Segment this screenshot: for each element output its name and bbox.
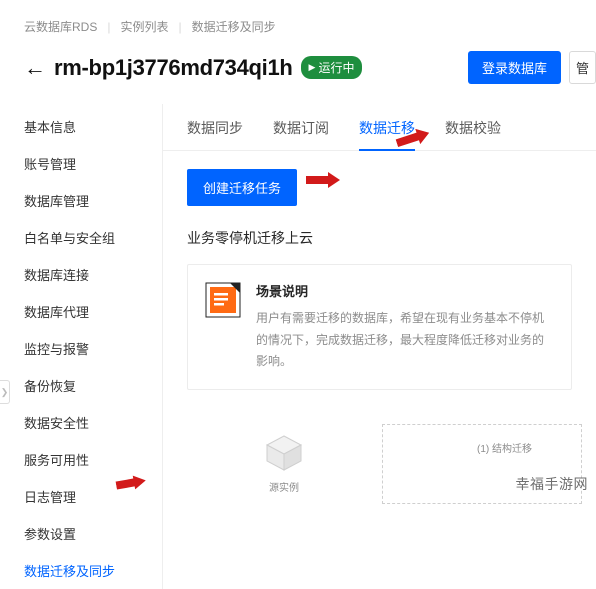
breadcrumb-sep: | bbox=[178, 20, 181, 34]
breadcrumb-root[interactable]: 云数据库RDS bbox=[24, 18, 97, 35]
sidebar-item[interactable]: 账号管理 bbox=[24, 145, 162, 182]
sidebar-item[interactable]: 数据库连接 bbox=[24, 256, 162, 293]
tab[interactable]: 数据校验 bbox=[445, 104, 501, 150]
sidebar-item[interactable]: 参数设置 bbox=[24, 515, 162, 552]
breadcrumb-mid[interactable]: 实例列表 bbox=[120, 18, 168, 35]
breadcrumb-current: 数据迁移及同步 bbox=[192, 18, 276, 35]
sidebar-item[interactable]: 监控与报警 bbox=[24, 330, 162, 367]
breadcrumb: 云数据库RDS | 实例列表 | 数据迁移及同步 bbox=[24, 18, 596, 35]
main-panel: 数据同步数据订阅数据迁移数据校验 创建迁移任务 业务零停机迁移上云 bbox=[162, 104, 596, 589]
play-icon: ▶ bbox=[309, 62, 316, 73]
login-database-button[interactable]: 登录数据库 bbox=[468, 51, 561, 84]
tab[interactable]: 数据迁移 bbox=[359, 104, 415, 150]
sidebar-item[interactable]: 备份恢复 bbox=[24, 367, 162, 404]
watermark: 幸福手游网 bbox=[516, 474, 589, 494]
sidebar-item[interactable]: 服务可用性 bbox=[24, 441, 162, 478]
instance-name: rm-bp1j3776md734qi1h bbox=[54, 55, 293, 81]
page-header: ← rm-bp1j3776md734qi1h ▶ 运行中 登录数据库 管 bbox=[24, 51, 596, 84]
sidebar-item[interactable]: 数据迁移及同步 bbox=[24, 552, 162, 589]
sidebar-item[interactable]: 数据库管理 bbox=[24, 182, 162, 219]
scene-desc: 用户有需要迁移的数据库，希望在现有业务基本不停机的情况下，完成数据迁移，最大程度… bbox=[256, 308, 555, 373]
breadcrumb-sep: | bbox=[107, 20, 110, 34]
more-button[interactable]: 管 bbox=[569, 51, 596, 84]
status-badge: ▶ 运行中 bbox=[301, 56, 363, 79]
tab[interactable]: 数据同步 bbox=[187, 104, 243, 150]
create-migration-task-button[interactable]: 创建迁移任务 bbox=[187, 169, 297, 206]
scene-card: 场景说明 用户有需要迁移的数据库，希望在现有业务基本不停机的情况下，完成数据迁移… bbox=[187, 264, 572, 390]
sidebar: 基本信息账号管理数据库管理白名单与安全组数据库连接数据库代理监控与报警备份恢复数… bbox=[24, 104, 162, 589]
database-icon bbox=[265, 434, 303, 472]
tab[interactable]: 数据订阅 bbox=[273, 104, 329, 150]
document-icon bbox=[204, 281, 242, 319]
section-title: 业务零停机迁移上云 bbox=[187, 228, 572, 248]
status-text: 运行中 bbox=[318, 59, 354, 76]
collapse-handle-icon[interactable]: ❯ bbox=[0, 380, 10, 404]
source-instance-label: 源实例 bbox=[257, 479, 311, 494]
step-1-label: (1) 结构迁移 bbox=[477, 440, 532, 455]
scene-title: 场景说明 bbox=[256, 281, 555, 300]
tabs: 数据同步数据订阅数据迁移数据校验 bbox=[163, 104, 596, 151]
sidebar-item[interactable]: 数据安全性 bbox=[24, 404, 162, 441]
source-instance-node: 源实例 bbox=[257, 434, 311, 494]
migration-diagram: 源实例 (1) 结构迁移 bbox=[187, 414, 572, 494]
sidebar-item[interactable]: 数据库代理 bbox=[24, 293, 162, 330]
sidebar-item[interactable]: 日志管理 bbox=[24, 478, 162, 515]
sidebar-item[interactable]: 白名单与安全组 bbox=[24, 219, 162, 256]
sidebar-item[interactable]: 基本信息 bbox=[24, 108, 162, 145]
back-arrow-icon[interactable]: ← bbox=[24, 57, 46, 79]
